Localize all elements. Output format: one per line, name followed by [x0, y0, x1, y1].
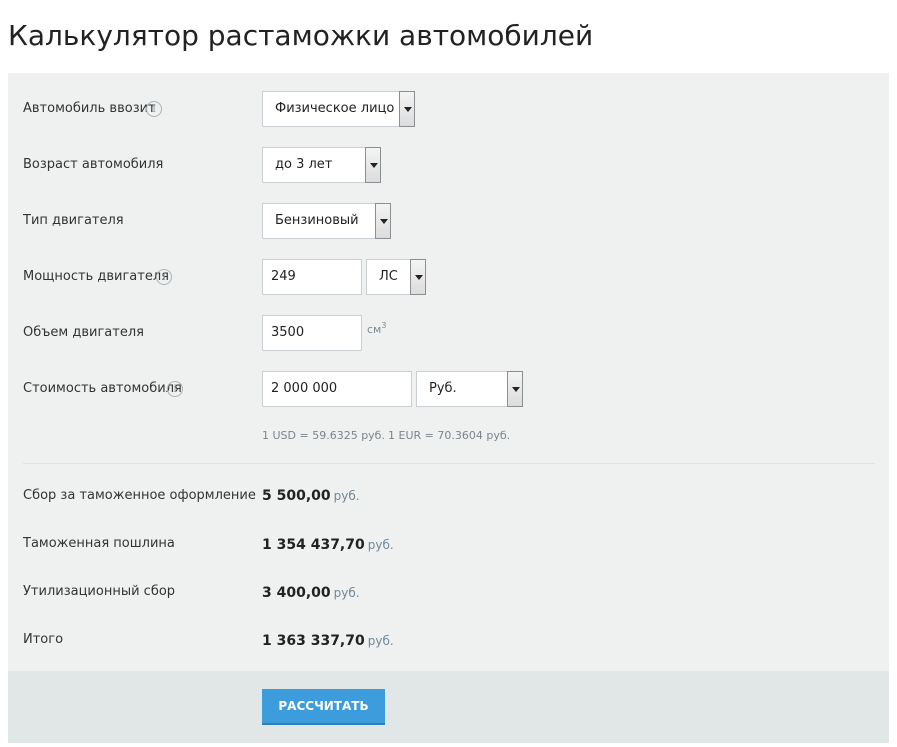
volume-unit-text: см	[367, 323, 382, 336]
volume-input[interactable]: 3500	[262, 315, 362, 351]
cost-input[interactable]: 2 000 000	[262, 371, 412, 407]
currency-select[interactable]: Руб.	[416, 371, 523, 407]
result-currency: руб.	[367, 538, 394, 552]
result-currency: руб.	[333, 489, 360, 503]
chevron-down-icon[interactable]	[399, 91, 415, 127]
result-label-customs-fee: Сбор за таможенное оформление	[23, 488, 256, 503]
age-select-value: до 3 лет	[275, 157, 333, 172]
importer-select-value: Физическое лицо	[275, 101, 395, 116]
age-select[interactable]: до 3 лет	[262, 147, 381, 183]
info-icon[interactable]: i	[146, 101, 162, 117]
chevron-down-icon[interactable]	[375, 203, 391, 239]
power-label: Мощность двигателя	[23, 269, 169, 284]
power-input[interactable]: 249	[262, 259, 362, 295]
chevron-down-icon[interactable]	[365, 147, 381, 183]
calculate-button[interactable]: РАССЧИТАТЬ	[262, 689, 385, 725]
calculator-footer-panel	[8, 671, 889, 743]
result-label-total: Итого	[23, 632, 64, 647]
currency-select-value: Руб.	[429, 381, 457, 396]
chevron-down-icon[interactable]	[507, 371, 523, 407]
result-label-recycling-fee: Утилизационный сбор	[23, 584, 176, 599]
usd-rate: 1 USD = 59.6325 руб.	[262, 429, 385, 442]
engine-type-select-value: Бензиновый	[275, 213, 359, 228]
chevron-down-icon[interactable]	[410, 259, 426, 295]
volume-unit: см3	[367, 319, 386, 337]
result-value-total: 1 363 337,70 руб.	[262, 632, 394, 650]
page-title: Калькулятор растаможки автомобилей	[8, 19, 594, 52]
result-value-customs-duty: 1 354 437,70 руб.	[262, 536, 394, 554]
volume-unit-exponent: 3	[381, 321, 387, 330]
volume-label: Объем двигателя	[23, 325, 144, 340]
result-label-customs-duty: Таможенная пошлина	[23, 536, 175, 551]
importer-select[interactable]: Физическое лицо	[262, 91, 415, 127]
result-value-customs-fee: 5 500,00 руб.	[262, 487, 360, 505]
engine-type-select[interactable]: Бензиновый	[262, 203, 391, 239]
power-unit-select-value: ЛС	[379, 269, 398, 284]
result-value-recycling-fee: 3 400,00 руб.	[262, 584, 360, 602]
result-amount: 3 400,00	[262, 585, 331, 601]
result-currency: руб.	[367, 634, 394, 648]
cost-label: Стоимость автомобиля	[23, 381, 182, 396]
result-amount: 1 354 437,70	[262, 537, 365, 553]
eur-rate: 1 EUR = 70.3604 руб.	[388, 429, 511, 442]
engine-type-label: Тип двигателя	[23, 213, 124, 228]
importer-label: Автомобиль ввозит	[23, 101, 156, 116]
result-amount: 5 500,00	[262, 488, 331, 504]
result-amount: 1 363 337,70	[262, 633, 365, 649]
info-icon[interactable]: i	[167, 381, 183, 397]
result-currency: руб.	[333, 586, 360, 600]
age-label: Возраст автомобиля	[23, 157, 164, 172]
power-unit-select[interactable]: ЛС	[366, 259, 426, 295]
info-icon[interactable]: i	[156, 269, 172, 285]
results-divider	[23, 463, 875, 464]
